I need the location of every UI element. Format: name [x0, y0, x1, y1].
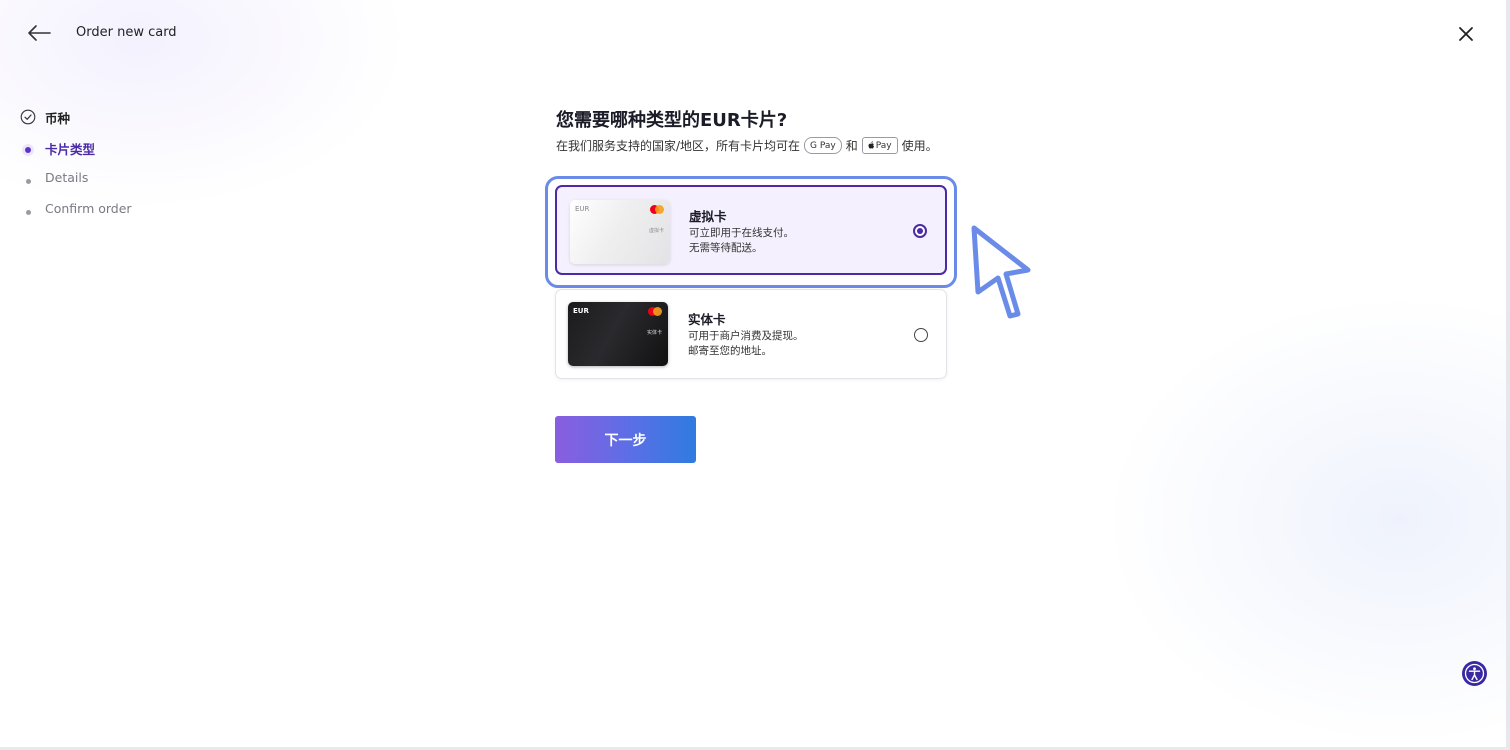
- accessibility-button[interactable]: [1462, 661, 1487, 686]
- mouse-cursor-icon: [971, 225, 1031, 319]
- apple-icon: [868, 141, 874, 149]
- card-currency: EUR: [573, 307, 589, 315]
- step-label: 币种: [45, 111, 71, 126]
- top-bar: Order new card: [0, 0, 1506, 66]
- step-label: Details: [45, 170, 89, 185]
- window-edge-right: [1506, 0, 1510, 750]
- next-button[interactable]: 下一步: [555, 416, 696, 463]
- option-description: 可立即用于在线支付。 无需等待配送。: [689, 226, 794, 256]
- check-circle-icon: [20, 109, 36, 125]
- apple-pay-label: Pay: [875, 140, 892, 151]
- mastercard-icon: [650, 205, 664, 214]
- back-button[interactable]: [26, 22, 52, 44]
- step-dot-icon: [20, 202, 36, 218]
- physical-card-image: EUR 实体卡: [568, 302, 668, 366]
- question-heading: 您需要哪种类型的EUR卡片?: [556, 110, 788, 131]
- step-label: Confirm order: [45, 201, 132, 216]
- option-desc-line: 可立即用于在线支付。: [689, 227, 794, 239]
- option-desc-line: 可用于商户消费及提现。: [688, 330, 804, 342]
- apple-pay-badge: Pay: [861, 137, 898, 154]
- option-title: 实体卡: [688, 312, 726, 327]
- option-desc-line: 无需等待配送。: [689, 242, 763, 254]
- google-pay-label: G Pay: [810, 140, 836, 151]
- virtual-card-image: EUR 虚拟卡: [570, 200, 670, 264]
- card-type-label: 实体卡: [646, 330, 662, 336]
- close-button[interactable]: [1456, 24, 1476, 44]
- option-description: 可用于商户消费及提现。 邮寄至您的地址。: [688, 329, 804, 359]
- card-currency: EUR: [575, 205, 590, 213]
- subtitle-prefix: 在我们服务支持的国家/地区，所有卡片均可在: [556, 139, 801, 153]
- option-desc-line: 邮寄至您的地址。: [688, 345, 772, 357]
- google-pay-badge: G Pay: [804, 137, 842, 154]
- mastercard-icon: [648, 307, 662, 316]
- subtitle: 在我们服务支持的国家/地区，所有卡片均可在 G Pay 和 Pay 使用。: [556, 137, 938, 154]
- close-icon: [1459, 27, 1473, 41]
- active-step-dot-icon: [20, 140, 36, 156]
- radio-selected[interactable]: [913, 224, 927, 238]
- step-dot-icon: [20, 171, 36, 187]
- card-type-label: 虚拟卡: [648, 228, 664, 234]
- accessibility-icon: [1464, 663, 1485, 684]
- arrow-left-icon: [28, 25, 51, 41]
- page-title: Order new card: [76, 25, 177, 40]
- physical-card-option[interactable]: EUR 实体卡 实体卡 可用于商户消费及提现。 邮寄至您的地址。: [555, 289, 947, 379]
- radio-unselected[interactable]: [914, 328, 928, 342]
- subtitle-suffix: 使用。: [901, 139, 938, 153]
- step-label: 卡片类型: [45, 142, 96, 157]
- subtitle-and: 和: [845, 139, 858, 153]
- option-title: 虚拟卡: [689, 209, 727, 224]
- virtual-card-option[interactable]: EUR 虚拟卡 虚拟卡 可立即用于在线支付。 无需等待配送。: [555, 185, 947, 275]
